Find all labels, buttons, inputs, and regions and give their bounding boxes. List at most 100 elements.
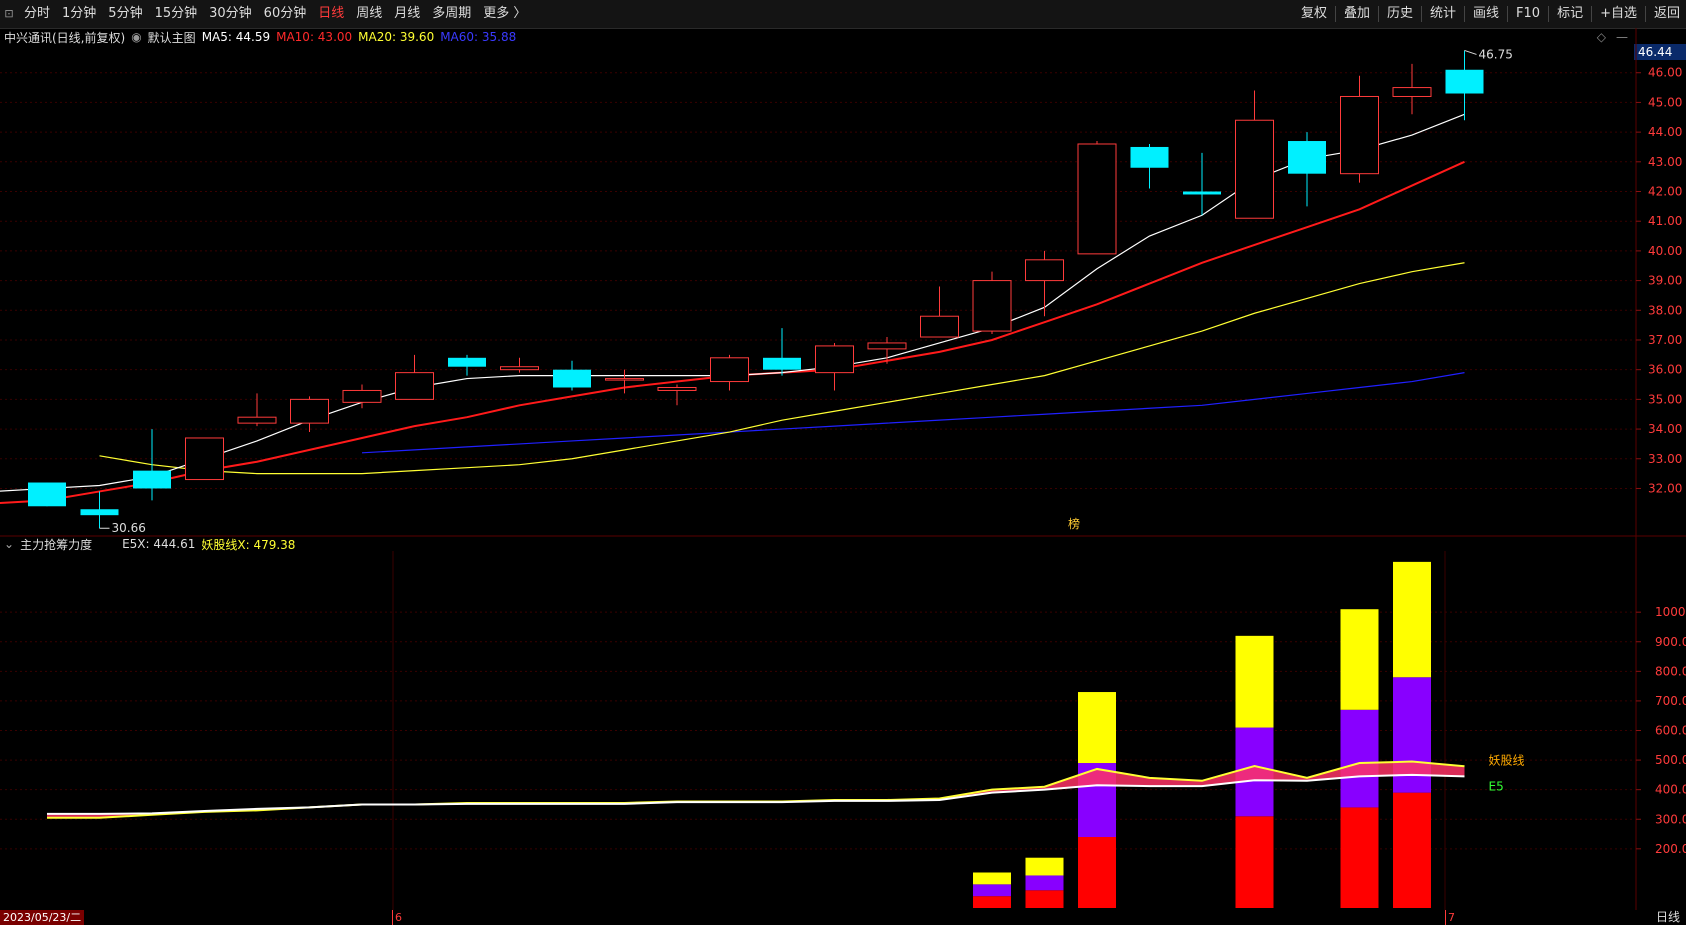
- toolbar-divider: [1591, 6, 1593, 22]
- price-tick-label: 34.00: [1648, 422, 1682, 436]
- grid-lines: [0, 28, 1686, 910]
- candle-body-up: [605, 378, 644, 381]
- period-tab-1[interactable]: 1分钟: [56, 0, 102, 28]
- price-tick-label: 43.00: [1648, 155, 1682, 169]
- value-tick-label: 300.00: [1655, 812, 1686, 826]
- period-toolbar: ⊡ 分时 1分钟 5分钟 15分钟 30分钟 60分钟 日线 周线 月线 多周期 更多 〉 复权 叠加…: [0, 0, 1686, 29]
- toolbar-button-0[interactable]: 复权: [1295, 0, 1333, 28]
- toolbar-button-1[interactable]: 叠加: [1338, 0, 1376, 28]
- toolbar-button-8[interactable]: 返回: [1648, 0, 1686, 28]
- indicator-bar-red: [1340, 807, 1379, 908]
- candle-body-up: [395, 372, 434, 400]
- indicator-bars: [973, 561, 1431, 908]
- candlesticks: [28, 50, 1484, 529]
- toolbar-divider: [1644, 6, 1646, 22]
- indicator-bar-purple: [973, 884, 1011, 897]
- toolbar-button-4[interactable]: 画线: [1467, 0, 1505, 28]
- indicator-bar-yellow: [1340, 609, 1379, 710]
- candle-body-up: [237, 416, 277, 424]
- period-tab-6[interactable]: 日线: [312, 0, 350, 28]
- toolbar-divider: [1464, 6, 1466, 22]
- toolbar-actions: 复权 叠加 历史 统计 画线 F10 标记 +自选 返回: [1295, 0, 1686, 28]
- period-tab-8[interactable]: 月线: [388, 0, 426, 28]
- period-tab-10[interactable]: 更多 〉: [477, 0, 532, 28]
- toolbar-button-7[interactable]: +自选: [1594, 0, 1643, 28]
- list-marker: 榜: [1068, 516, 1080, 531]
- candle-body-down: [1288, 141, 1326, 174]
- candle-body-down: [553, 369, 591, 388]
- sub-value-axis: 200.00 300.00 400.00 500.00 600.00 700.00 800.…: [1636, 605, 1686, 856]
- candle-body-up: [1392, 87, 1432, 97]
- toolbar-button-3[interactable]: 统计: [1424, 0, 1462, 28]
- yaogu-line-label: 妖股线: [1489, 753, 1525, 767]
- month-label-6: 6: [392, 910, 402, 925]
- toolbar-divider: [1548, 6, 1550, 22]
- low-label: 30.66: [112, 521, 146, 535]
- candle-body-down: [28, 482, 66, 507]
- candle-body-up: [1077, 143, 1117, 255]
- candle-body-down: [1130, 146, 1169, 168]
- toolbar-divider: [1421, 6, 1422, 22]
- indicator-bar-red: [973, 896, 1011, 908]
- price-tick-label: 33.00: [1648, 452, 1682, 466]
- indicator-bar-yellow: [1025, 857, 1064, 876]
- indicator-bar-yellow: [1078, 692, 1116, 764]
- period-tab-2[interactable]: 5分钟: [102, 0, 148, 28]
- candle-body-up: [1025, 259, 1064, 282]
- candle-body-up: [972, 280, 1012, 332]
- layout-icon[interactable]: ⊡: [0, 0, 18, 28]
- high-label: 46.75: [1479, 47, 1513, 61]
- toolbar-divider: [1334, 6, 1336, 22]
- cursor-date-label: 2023/05/23/二: [0, 910, 85, 925]
- price-tick-label: 40.00: [1648, 244, 1682, 258]
- price-tick-label: 38.00: [1648, 303, 1682, 317]
- toolbar-button-6[interactable]: 标记: [1551, 0, 1589, 28]
- toolbar-button-5[interactable]: F10: [1510, 0, 1546, 28]
- value-tick-label: 1000: [1655, 605, 1686, 619]
- price-tick-label: 44.00: [1648, 125, 1682, 139]
- candle-body-up: [657, 386, 697, 391]
- period-tab-0[interactable]: 分时: [18, 0, 56, 28]
- indicator-bar-yellow: [973, 872, 1011, 885]
- candle-body-down: [1445, 69, 1484, 94]
- price-tick-label: 37.00: [1648, 333, 1682, 347]
- month-label-7: 7: [1445, 910, 1455, 925]
- value-tick-label: 600.00: [1655, 724, 1686, 738]
- value-tick-label: 800.00: [1655, 664, 1686, 678]
- indicator-bar-red: [1235, 816, 1274, 908]
- candle-body-up: [1235, 119, 1274, 219]
- candle-body-down: [1183, 191, 1221, 195]
- candle-body-down: [763, 357, 801, 370]
- status-bar: [0, 910, 1686, 925]
- candle-body-up: [290, 398, 329, 424]
- period-tab-5[interactable]: 60分钟: [258, 0, 313, 28]
- candle-body-up: [920, 315, 959, 338]
- price-tick-label: 35.00: [1648, 392, 1682, 406]
- ma60-line: [361, 372, 1465, 454]
- kline-chart-area[interactable]: 32.00 33.00 34.00 35.00 36.00 37.00 38.00 39.00…: [0, 28, 1686, 910]
- main-price-axis: 32.00 33.00 34.00 35.00 36.00 37.00 38.00 39.00…: [1636, 66, 1682, 495]
- candle-body-up: [710, 357, 749, 383]
- indicator-bar-red: [1025, 890, 1064, 908]
- candle-body-up: [815, 345, 854, 374]
- period-status[interactable]: 日线: [1650, 910, 1686, 925]
- period-tabs: ⊡ 分时 1分钟 5分钟 15分钟 30分钟 60分钟 日线 周线 月线 多周期 更多 〉: [0, 0, 532, 28]
- value-tick-label: 400.00: [1655, 783, 1686, 797]
- value-tick-label: 500.00: [1655, 753, 1686, 767]
- period-tab-7[interactable]: 周线: [350, 0, 388, 28]
- price-tick-label: 41.00: [1648, 214, 1682, 228]
- e5-line-label: E5: [1489, 779, 1504, 793]
- period-tab-4[interactable]: 30分钟: [203, 0, 258, 28]
- toolbar-divider: [1377, 6, 1379, 22]
- toolbar-button-2[interactable]: 历史: [1381, 0, 1419, 28]
- price-tick-label: 46.00: [1648, 66, 1682, 80]
- period-tab-9[interactable]: 多周期: [426, 0, 477, 28]
- period-tab-3[interactable]: 15分钟: [149, 0, 204, 28]
- candle-body-down: [448, 357, 486, 367]
- candle-body-down: [133, 470, 171, 489]
- price-tick-label: 42.00: [1648, 185, 1682, 199]
- candle-body-up: [185, 437, 224, 481]
- candle-body-up: [342, 389, 382, 403]
- indicator-bar-yellow: [1235, 635, 1274, 728]
- candle-body-down: [80, 509, 119, 516]
